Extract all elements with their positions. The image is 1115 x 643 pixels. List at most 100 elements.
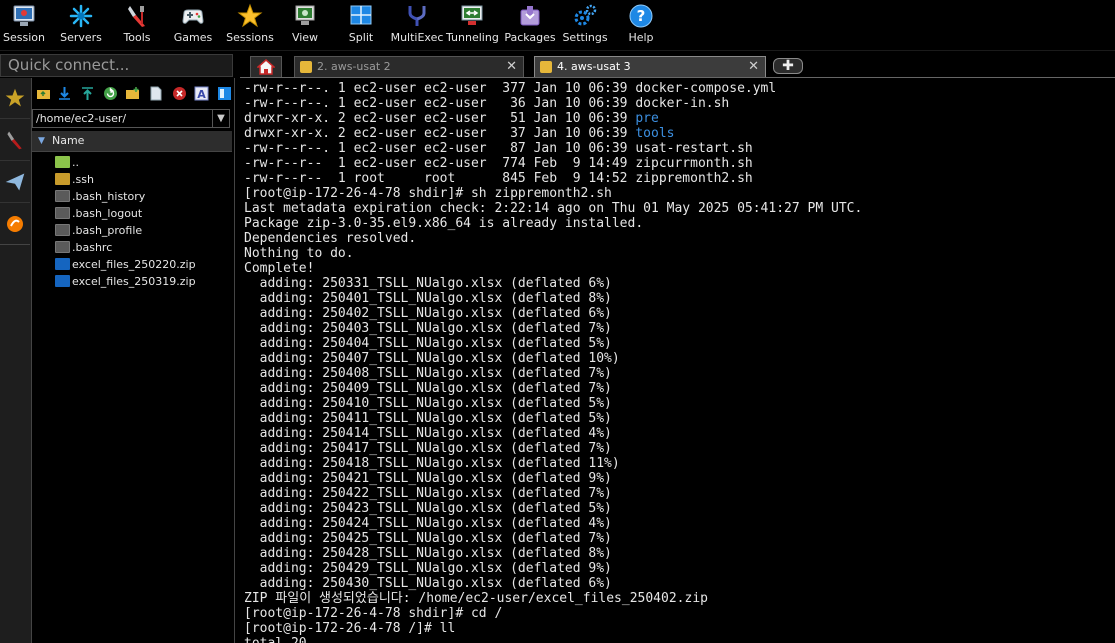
terminal-line: -rw-r--r-- 1 ec2-user ec2-user 774 Feb 9… bbox=[237, 156, 1115, 171]
terminal-line-text: [root@ip-172-26-4-78 shdir]# sh zippremo… bbox=[244, 186, 612, 201]
session-button[interactable]: Session bbox=[0, 0, 48, 50]
tunneling-icon bbox=[461, 5, 483, 25]
terminal-line-text: Package zip-3.0-35.el9.x86_64 is already… bbox=[244, 216, 644, 231]
main-toolbar: Session Servers Tools Games Sessions Vie… bbox=[0, 0, 1115, 51]
sftp-toolbar: A bbox=[32, 80, 234, 106]
terminal-line: adding: 250404_TSLL_NUalgo.xlsx (deflate… bbox=[237, 336, 1115, 351]
terminal-line-text: adding: 250404_TSLL_NUalgo.xlsx (deflate… bbox=[244, 336, 612, 351]
terminal-line: adding: 250414_TSLL_NUalgo.xlsx (deflate… bbox=[237, 426, 1115, 441]
rename-icon[interactable]: A bbox=[194, 86, 209, 101]
side-strip bbox=[0, 78, 32, 643]
terminal-line-text: -rw-r--r--. 1 ec2-user ec2-user 377 Jan … bbox=[244, 81, 777, 96]
directory-name: tools bbox=[635, 126, 675, 141]
packages-button[interactable]: Packages bbox=[504, 0, 556, 50]
terminal-line: adding: 250407_TSLL_NUalgo.xlsx (deflate… bbox=[237, 351, 1115, 366]
file-list-header[interactable]: ▼ Name bbox=[32, 131, 232, 152]
sessions-star-icon bbox=[237, 3, 263, 28]
file-icon bbox=[55, 207, 70, 219]
sftp-path-input[interactable]: /home/ec2-user/ ▼ bbox=[32, 109, 230, 128]
terminal-line: adding: 250418_TSLL_NUalgo.xlsx (deflate… bbox=[237, 456, 1115, 471]
upload-icon[interactable] bbox=[80, 86, 95, 101]
settings-icon bbox=[574, 4, 597, 26]
tab-divider bbox=[240, 77, 1115, 78]
sftp-panel: A /home/ec2-user/ ▼ ▼ Name .. .ssh .bash… bbox=[32, 78, 235, 643]
tab-aws-usat-2[interactable]: 2. aws-usat 2 ✕ bbox=[294, 56, 524, 77]
tunneling-button[interactable]: Tunneling bbox=[446, 0, 499, 50]
terminal-line-text: adding: 250422_TSLL_NUalgo.xlsx (deflate… bbox=[244, 486, 612, 501]
sort-arrow-icon: ▼ bbox=[38, 136, 45, 146]
svg-text:?: ? bbox=[637, 7, 646, 25]
terminal-line: drwxr-xr-x. 2 ec2-user ec2-user 37 Jan 1… bbox=[237, 126, 1115, 141]
terminal-line: adding: 250408_TSLL_NUalgo.xlsx (deflate… bbox=[237, 366, 1115, 381]
multiexec-icon bbox=[408, 6, 426, 26]
chevron-down-icon[interactable]: ▼ bbox=[212, 110, 229, 127]
split-button[interactable]: Split bbox=[338, 0, 384, 50]
packages-icon bbox=[520, 6, 540, 26]
sftp-strip-button[interactable] bbox=[0, 204, 30, 245]
close-icon[interactable]: ✕ bbox=[748, 57, 759, 77]
terminal-line-text: adding: 250407_TSLL_NUalgo.xlsx (deflate… bbox=[244, 351, 620, 366]
terminal-line: -rw-r--r--. 1 ec2-user ec2-user 377 Jan … bbox=[237, 81, 1115, 96]
terminal-line-text: adding: 250409_TSLL_NUalgo.xlsx (deflate… bbox=[244, 381, 612, 396]
terminal-line: ZIP 파일이 생성되었습니다: /home/ec2-user/excel_fi… bbox=[237, 591, 1115, 606]
tab-aws-usat-3[interactable]: 4. aws-usat 3 ✕ bbox=[534, 56, 766, 77]
multiexec-button[interactable]: MultiExec bbox=[390, 0, 444, 50]
terminal-line: adding: 250424_TSLL_NUalgo.xlsx (deflate… bbox=[237, 516, 1115, 531]
help-button[interactable]: ? Help bbox=[618, 0, 664, 50]
tools-icon bbox=[128, 6, 145, 27]
terminal-line-text: adding: 250424_TSLL_NUalgo.xlsx (deflate… bbox=[244, 516, 612, 531]
refresh-icon[interactable] bbox=[103, 86, 118, 101]
terminal-line: adding: 250428_TSLL_NUalgo.xlsx (deflate… bbox=[237, 546, 1115, 561]
terminal-line: Last metadata expiration check: 2:22:14 … bbox=[237, 201, 1115, 216]
new-file-icon[interactable] bbox=[148, 86, 163, 101]
terminal-line: adding: 250403_TSLL_NUalgo.xlsx (deflate… bbox=[237, 321, 1115, 336]
terminal-line-text: [root@ip-172-26-4-78 /]# ll bbox=[244, 621, 456, 636]
tools-strip-button[interactable] bbox=[0, 120, 30, 161]
delete-icon[interactable] bbox=[172, 86, 187, 101]
new-tab-button[interactable]: ✚ bbox=[773, 58, 803, 74]
help-icon: ? bbox=[629, 4, 653, 28]
quick-connect-input[interactable]: Quick connect... bbox=[0, 54, 233, 77]
svg-text:A: A bbox=[197, 88, 206, 101]
file-icon bbox=[55, 241, 70, 253]
terminal-line-text: -rw-r--r-- 1 ec2-user ec2-user 774 Feb 9… bbox=[244, 156, 753, 171]
sessions-button[interactable]: Sessions bbox=[224, 0, 276, 50]
terminal-line-text: Nothing to do. bbox=[244, 246, 354, 261]
sftp-options-icon[interactable] bbox=[217, 86, 232, 101]
games-button[interactable]: Games bbox=[168, 0, 218, 50]
terminal-line-text: adding: 250414_TSLL_NUalgo.xlsx (deflate… bbox=[244, 426, 612, 441]
terminal-line: adding: 250421_TSLL_NUalgo.xlsx (deflate… bbox=[237, 471, 1115, 486]
terminal-line-text: adding: 250401_TSLL_NUalgo.xlsx (deflate… bbox=[244, 291, 612, 306]
terminal-line-text: adding: 250430_TSLL_NUalgo.xlsx (deflate… bbox=[244, 576, 612, 591]
macros-strip-button[interactable] bbox=[0, 162, 30, 203]
session-icon bbox=[13, 5, 35, 26]
directory-name: pre bbox=[635, 111, 659, 126]
terminal-line: -rw-r--r--. 1 ec2-user ec2-user 36 Jan 1… bbox=[237, 96, 1115, 111]
parent-folder-icon[interactable] bbox=[36, 86, 51, 101]
terminal-line: [root@ip-172-26-4-78 /]# ll bbox=[237, 621, 1115, 636]
file-icon bbox=[55, 224, 70, 236]
terminal-line: -rw-r--r-- 1 root root 845 Feb 9 14:52 z… bbox=[237, 171, 1115, 186]
tools-icon bbox=[7, 131, 22, 150]
download-icon[interactable] bbox=[57, 86, 72, 101]
settings-button[interactable]: Settings bbox=[560, 0, 610, 50]
new-folder-icon[interactable] bbox=[125, 86, 140, 101]
terminal-line: adding: 250430_TSLL_NUalgo.xlsx (deflate… bbox=[237, 576, 1115, 591]
terminal-line-text: -rw-r--r-- 1 root root 845 Feb 9 14:52 z… bbox=[244, 171, 753, 186]
tab-home[interactable] bbox=[250, 56, 282, 77]
terminal-line-text: Dependencies resolved. bbox=[244, 231, 417, 246]
zip-file-icon bbox=[55, 275, 70, 287]
terminal-line: adding: 250429_TSLL_NUalgo.xlsx (deflate… bbox=[237, 561, 1115, 576]
tools-button[interactable]: Tools bbox=[114, 0, 160, 50]
servers-button[interactable]: Servers bbox=[56, 0, 106, 50]
sessions-star-button[interactable] bbox=[0, 78, 30, 119]
terminal-line-text: adding: 250411_TSLL_NUalgo.xlsx (deflate… bbox=[244, 411, 612, 426]
terminal-line-text: adding: 250408_TSLL_NUalgo.xlsx (deflate… bbox=[244, 366, 612, 381]
terminal-output[interactable]: -rw-r--r--. 1 ec2-user ec2-user 377 Jan … bbox=[237, 81, 1115, 643]
terminal-line-text: ZIP 파일이 생성되었습니다: /home/ec2-user/excel_fi… bbox=[244, 591, 708, 606]
terminal-line-text: adding: 250417_TSLL_NUalgo.xlsx (deflate… bbox=[244, 441, 612, 456]
view-button[interactable]: View bbox=[282, 0, 328, 50]
terminal-line-text: total 20 bbox=[244, 636, 307, 643]
terminal-line: adding: 250331_TSLL_NUalgo.xlsx (deflate… bbox=[237, 276, 1115, 291]
close-icon[interactable]: ✕ bbox=[506, 57, 517, 77]
